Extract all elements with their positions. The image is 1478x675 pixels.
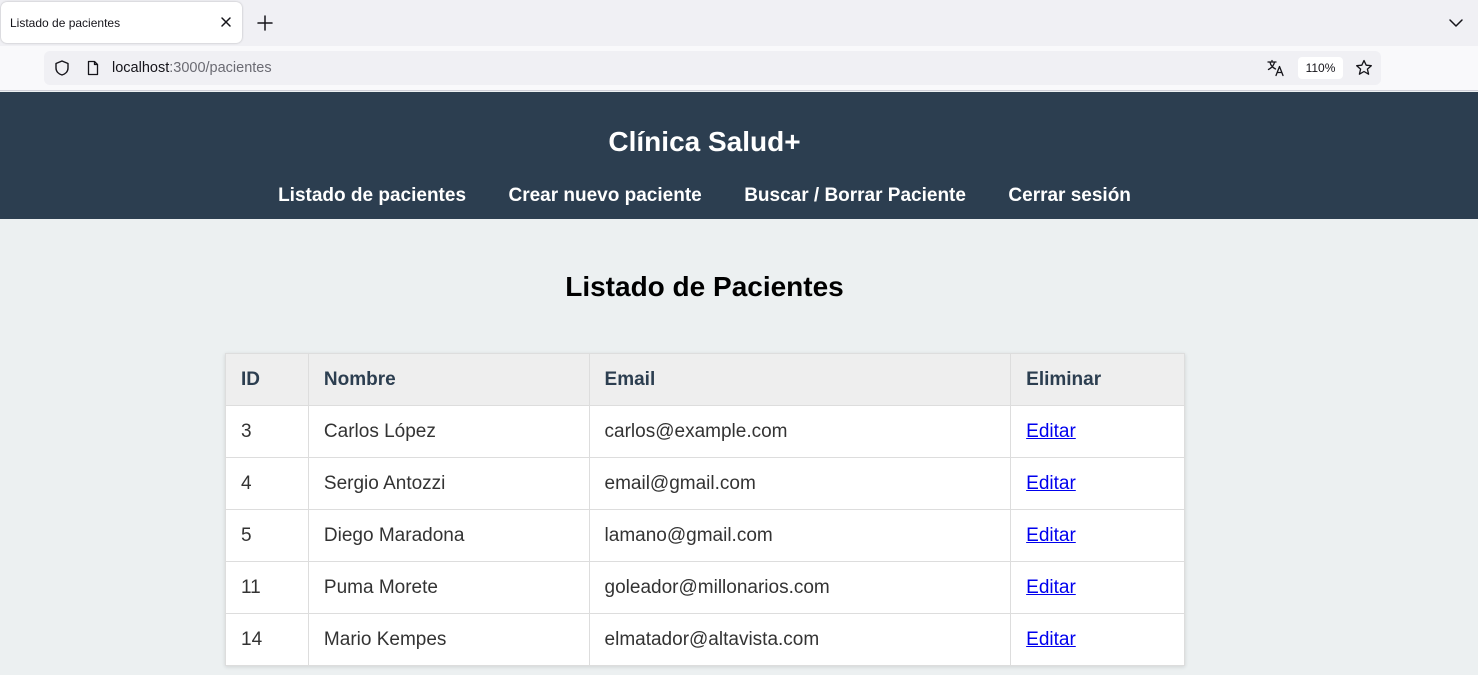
- cell-action: Editar: [1010, 613, 1185, 666]
- patients-table: ID Nombre Email Eliminar 3 Carlos López …: [225, 353, 1185, 666]
- table-row: 14 Mario Kempes elmatador@altavista.com …: [225, 613, 1185, 666]
- url-path: :3000/pacientes: [169, 60, 272, 76]
- nav-link-cerrar-sesion[interactable]: Cerrar sesión: [1008, 185, 1131, 207]
- patients-table-container: ID Nombre Email Eliminar 3 Carlos López …: [225, 353, 1185, 666]
- cell-id: 3: [225, 405, 309, 458]
- translate-icon[interactable]: [1266, 58, 1286, 78]
- cell-action: Editar: [1010, 509, 1185, 562]
- nav-link-crear[interactable]: Crear nuevo paciente: [508, 185, 701, 207]
- edit-link[interactable]: Editar: [1026, 525, 1076, 546]
- table-header-row: ID Nombre Email Eliminar: [225, 353, 1185, 406]
- cell-id: 14: [225, 613, 309, 666]
- close-icon[interactable]: [217, 13, 235, 31]
- cell-id: 4: [225, 457, 309, 510]
- column-header-id: ID: [225, 353, 309, 406]
- column-header-nombre: Nombre: [307, 353, 590, 406]
- table-row: 4 Sergio Antozzi email@gmail.com Editar: [225, 457, 1185, 510]
- cell-name: Sergio Antozzi: [307, 457, 590, 510]
- table-row: 11 Puma Morete goleador@millonarios.com …: [225, 561, 1185, 614]
- nav-link-listado[interactable]: Listado de pacientes: [278, 185, 466, 207]
- edit-link[interactable]: Editar: [1026, 421, 1076, 442]
- cell-email: goleador@millonarios.com: [588, 561, 1012, 614]
- site-header: Clínica Salud+ Listado de pacientes Crea…: [0, 92, 1478, 219]
- cell-name: Diego Maradona: [307, 509, 590, 562]
- cell-action: Editar: [1010, 561, 1185, 614]
- table-row: 5 Diego Maradona lamano@gmail.com Editar: [225, 509, 1185, 562]
- table-row: 3 Carlos López carlos@example.com Editar: [225, 405, 1185, 458]
- cell-email: lamano@gmail.com: [588, 509, 1012, 562]
- page-title: Listado de Pacientes: [565, 271, 844, 302]
- shield-icon[interactable]: [53, 59, 71, 77]
- edit-link[interactable]: Editar: [1026, 577, 1076, 598]
- cell-name: Mario Kempes: [307, 613, 590, 666]
- browser-tab-bar: Listado de pacientes: [0, 0, 1478, 46]
- url-text[interactable]: localhost:3000/pacientes: [112, 60, 272, 76]
- cell-id: 11: [225, 561, 309, 614]
- browser-tab[interactable]: Listado de pacientes: [1, 2, 242, 43]
- plus-icon[interactable]: [255, 13, 275, 33]
- edit-link[interactable]: Editar: [1026, 629, 1076, 650]
- cell-action: Editar: [1010, 457, 1185, 510]
- url-bar[interactable]: localhost:3000/pacientes 110%: [44, 51, 1381, 85]
- chevron-down-icon[interactable]: [1446, 13, 1466, 33]
- main-nav: Listado de pacientes Crear nuevo pacient…: [0, 185, 1409, 207]
- cell-name: Puma Morete: [307, 561, 590, 614]
- zoom-level-badge[interactable]: 110%: [1298, 57, 1343, 79]
- cell-email: email@gmail.com: [588, 457, 1012, 510]
- tab-title: Listado de pacientes: [10, 16, 121, 30]
- star-icon[interactable]: [1354, 58, 1374, 78]
- cell-email: elmatador@altavista.com: [588, 613, 1012, 666]
- browser-toolbar: localhost:3000/pacientes 110%: [0, 46, 1478, 91]
- cell-name: Carlos López: [307, 405, 590, 458]
- cell-email: carlos@example.com: [588, 405, 1012, 458]
- edit-link[interactable]: Editar: [1026, 473, 1076, 494]
- url-host: localhost: [112, 60, 170, 76]
- column-header-email: Email: [588, 353, 1012, 406]
- cell-action: Editar: [1010, 405, 1185, 458]
- column-header-eliminar: Eliminar: [1010, 353, 1185, 406]
- site-title: Clínica Salud+: [608, 126, 801, 157]
- cell-id: 5: [225, 509, 309, 562]
- page-icon: [84, 59, 102, 77]
- nav-link-buscar-borrar[interactable]: Buscar / Borrar Paciente: [744, 185, 966, 207]
